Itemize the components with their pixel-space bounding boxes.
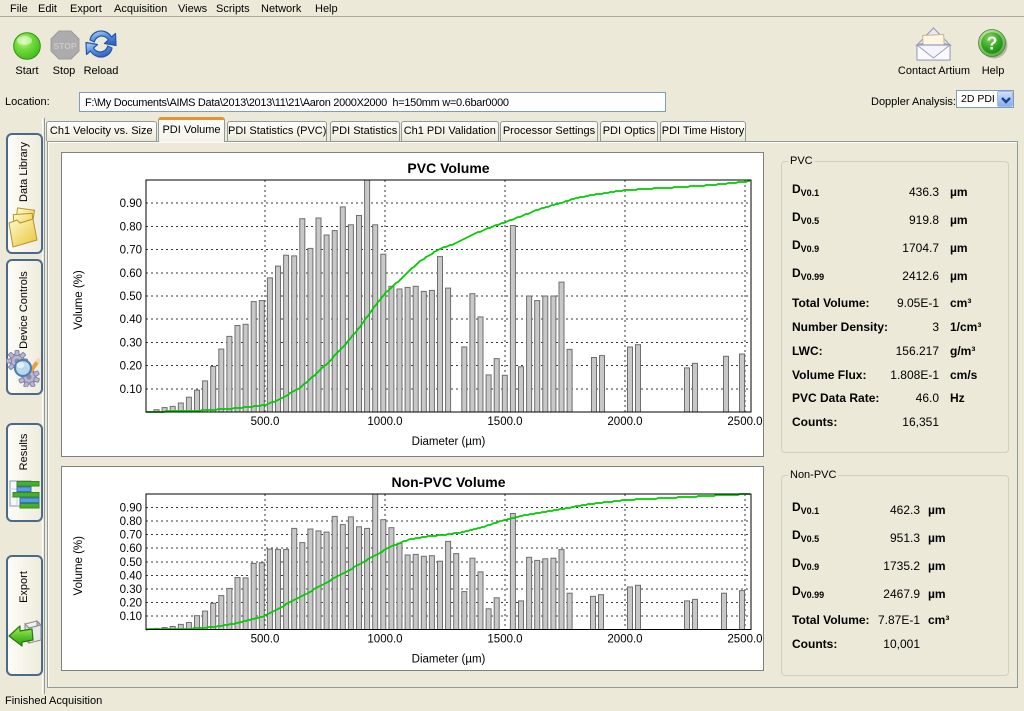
svg-text:0.80: 0.80: [120, 516, 142, 528]
svg-text:1500.0: 1500.0: [487, 634, 522, 646]
svg-text:0.50: 0.50: [120, 291, 142, 303]
svg-text:0.60: 0.60: [120, 268, 142, 280]
svg-text:0.50: 0.50: [120, 557, 142, 569]
svg-text:0.30: 0.30: [120, 584, 142, 596]
svg-text:2500.0: 2500.0: [727, 416, 762, 428]
svg-text:0.20: 0.20: [120, 597, 142, 609]
svg-text:0.70: 0.70: [120, 245, 142, 257]
svg-text:0.10: 0.10: [120, 611, 142, 623]
svg-text:Volume (%): Volume (%): [73, 270, 85, 330]
svg-text:500.0: 500.0: [251, 634, 280, 646]
svg-text:0.70: 0.70: [120, 530, 142, 542]
svg-text:Diameter (µm): Diameter (µm): [412, 654, 486, 666]
svg-text:1500.0: 1500.0: [487, 416, 522, 428]
svg-text:2000.0: 2000.0: [607, 416, 642, 428]
svg-text:0.60: 0.60: [120, 543, 142, 555]
svg-text:2000.0: 2000.0: [607, 634, 642, 646]
svg-text:Non-PVC Volume: Non-PVC Volume: [391, 474, 505, 490]
svg-text:0.90: 0.90: [120, 198, 142, 210]
svg-text:500.0: 500.0: [251, 416, 280, 428]
svg-text:0.90: 0.90: [120, 503, 142, 515]
svg-text:0.40: 0.40: [120, 570, 142, 582]
svg-text:0.20: 0.20: [120, 361, 142, 373]
svg-text:0.80: 0.80: [120, 221, 142, 233]
svg-text:0.10: 0.10: [120, 384, 142, 396]
svg-text:0.30: 0.30: [120, 337, 142, 349]
svg-text:Volume (%): Volume (%): [73, 536, 85, 596]
svg-text:?: ?: [987, 34, 998, 54]
svg-text:STOP: STOP: [54, 41, 77, 51]
svg-text:1000.0: 1000.0: [367, 416, 402, 428]
svg-text:1000.0: 1000.0: [367, 634, 402, 646]
svg-text:2500.0: 2500.0: [727, 634, 762, 646]
svg-text:Diameter (µm): Diameter (µm): [412, 436, 486, 448]
svg-text:PVC Volume: PVC Volume: [407, 160, 489, 176]
svg-text:0.40: 0.40: [120, 314, 142, 326]
